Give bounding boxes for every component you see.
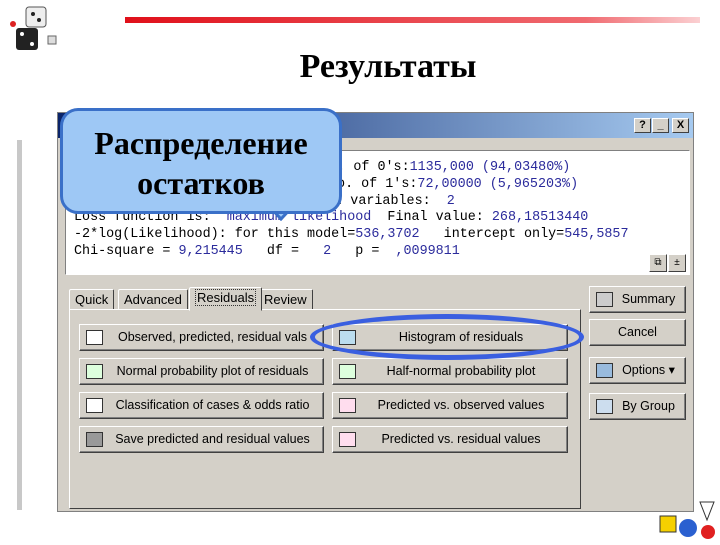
callout-line: Распределение bbox=[94, 125, 308, 161]
minimize-button[interactable]: _ bbox=[652, 118, 669, 133]
observed-predicted-button[interactable]: Observed, predicted, residual vals bbox=[79, 324, 324, 351]
decorative-bar bbox=[17, 140, 22, 510]
normal-probability-button[interactable]: Normal probability plot of residuals bbox=[79, 358, 324, 385]
tab-review[interactable]: Review bbox=[258, 289, 313, 310]
output-line: Chi-square = 9,215445 df = 2 p = ,009981… bbox=[74, 244, 460, 259]
output-line: -2*log(Likelihood): for this model=536,3… bbox=[74, 227, 629, 242]
tab-residuals-label: Residuals bbox=[195, 289, 257, 306]
table-icon bbox=[86, 330, 103, 345]
output-line: No. of 1's:72,00000 (5,965203%) bbox=[329, 177, 579, 192]
callout-line: остатков bbox=[137, 165, 265, 201]
expand-icon[interactable]: ± bbox=[668, 254, 686, 272]
cancel-button[interactable]: Cancel bbox=[589, 319, 686, 346]
plot-icon bbox=[86, 364, 103, 379]
by-group-icon bbox=[596, 399, 613, 414]
summary-icon bbox=[596, 292, 613, 307]
classification-button[interactable]: Classification of cases & odds ratio bbox=[79, 392, 324, 419]
tab-quick[interactable]: Quick bbox=[69, 289, 115, 310]
dice-icon bbox=[8, 4, 58, 54]
options-icon bbox=[596, 363, 613, 378]
highlight-ellipse bbox=[310, 314, 584, 360]
help-button[interactable]: ? bbox=[634, 118, 651, 133]
shapes-icon bbox=[658, 498, 720, 540]
predicted-residual-button[interactable]: Predicted vs. residual values bbox=[332, 426, 568, 453]
plot-icon bbox=[339, 364, 356, 379]
half-normal-button[interactable]: Half-normal probability plot bbox=[332, 358, 568, 385]
close-button[interactable]: X bbox=[672, 118, 689, 133]
tab-residuals[interactable]: Residuals bbox=[189, 287, 263, 311]
summary-button[interactable]: Summary bbox=[589, 286, 686, 313]
table-icon bbox=[86, 398, 103, 413]
scatter-icon bbox=[339, 432, 356, 447]
callout-bubble: Распределение остатков bbox=[60, 108, 342, 214]
tab-advanced[interactable]: Advanced bbox=[118, 289, 188, 310]
save-predicted-button[interactable]: Save predicted and residual values bbox=[79, 426, 324, 453]
by-group-button[interactable]: By Group bbox=[589, 393, 686, 420]
save-icon bbox=[86, 432, 103, 447]
slide-title: Результаты bbox=[299, 48, 477, 85]
scatter-icon bbox=[339, 398, 356, 413]
predicted-observed-button[interactable]: Predicted vs. observed values bbox=[332, 392, 568, 419]
options-button[interactable]: Options ▾ bbox=[589, 357, 686, 384]
decorative-red-line bbox=[125, 17, 700, 23]
copy-icon[interactable]: ⧉ bbox=[649, 254, 667, 272]
